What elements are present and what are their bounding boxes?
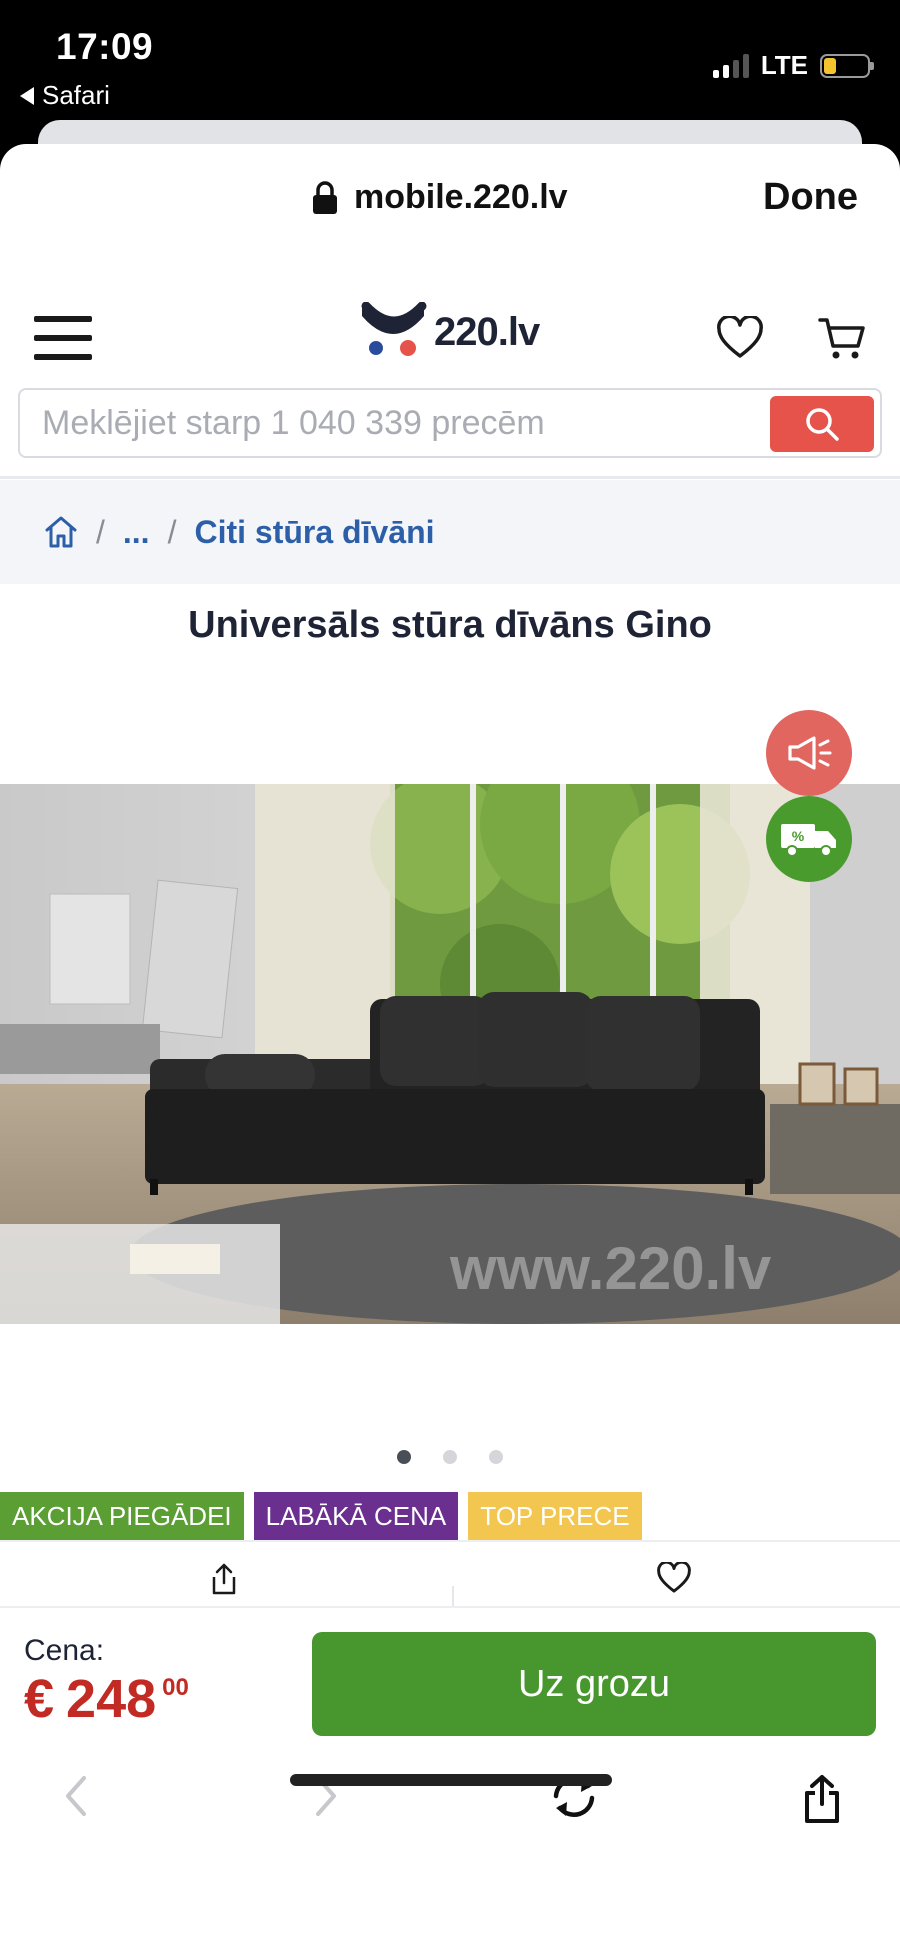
breadcrumb-separator: / [96, 513, 105, 550]
done-button[interactable]: Done [763, 176, 858, 219]
badge-top-product: TOP PRECE [468, 1492, 642, 1540]
search-bar [18, 388, 882, 458]
network-type: LTE [760, 50, 808, 80]
product-image[interactable]: www.220.lv [0, 784, 900, 1324]
share-icon[interactable] [210, 1562, 238, 1596]
cart-icon[interactable] [818, 316, 866, 362]
battery-icon [820, 53, 874, 78]
badge-best-price: LABĀKĀ CENA [253, 1492, 459, 1540]
add-to-cart-button[interactable]: Uz grozu [312, 1632, 876, 1736]
delivery-badge-text: % [792, 828, 805, 844]
megaphone-icon[interactable] [766, 710, 852, 796]
safari-view-sheet: mobile.220.lv Done 220.lv Meklējiet star… [0, 144, 900, 1948]
image-watermark: www.220.lv [449, 1235, 772, 1302]
status-bar: 17:09 Safari LTE [0, 0, 900, 160]
url-text: mobile.220.lv [354, 178, 568, 216]
search-button[interactable] [770, 396, 874, 452]
price-cents: 00 [162, 1674, 189, 1701]
back-triangle-icon [20, 86, 34, 105]
breadcrumb-current[interactable]: Citi stūra dīvāni [194, 514, 434, 551]
price-label: Cena: [24, 1634, 105, 1667]
search-icon [806, 408, 839, 441]
header-divider [0, 476, 900, 479]
logo-mark-icon [361, 302, 427, 356]
carousel-dot[interactable] [397, 1450, 411, 1464]
breadcrumb-separator: / [167, 513, 177, 550]
delivery-truck-icon[interactable]: % [766, 796, 852, 882]
safari-top-bar: mobile.220.lv Done [0, 144, 900, 252]
product-badges: AKCIJA PIEGĀDEI LABĀKĀ CENA TOP PRECE [0, 1492, 642, 1540]
product-title: Universāls stūra dīvāns Gino [188, 604, 712, 646]
image-carousel-dots [0, 1450, 900, 1464]
share-icon[interactable] [802, 1774, 842, 1824]
breadcrumb-ellipsis[interactable]: ... [123, 514, 150, 551]
carousel-dot[interactable] [443, 1450, 457, 1464]
home-icon[interactable] [44, 515, 78, 549]
back-arrow-icon[interactable] [62, 1774, 90, 1818]
price-currency: € [24, 1669, 55, 1729]
wishlist-heart-icon[interactable] [656, 1562, 692, 1594]
search-input[interactable] [42, 400, 762, 446]
carousel-dot[interactable] [489, 1450, 503, 1464]
badge-delivery-promo: AKCIJA PIEGĀDEI [0, 1492, 244, 1540]
signal-strength-icon [712, 53, 749, 78]
price: € 248 00 [24, 1672, 189, 1726]
logo-text: 220.lv [434, 310, 540, 354]
site-logo[interactable]: 220.lv [358, 302, 540, 358]
status-time: 17:09 [56, 26, 154, 67]
breadcrumb: / ... / Citi stūra dīvāni [0, 480, 900, 584]
purchase-bar: Cena: € 248 00 Uz grozu [0, 1606, 900, 1736]
status-indicators: LTE [712, 50, 874, 81]
lock-icon [313, 180, 337, 214]
heart-icon[interactable] [716, 316, 764, 360]
back-to-app-button[interactable]: Safari [20, 80, 110, 111]
hamburger-menu-icon[interactable] [34, 316, 92, 360]
price-amount: 248 [66, 1669, 157, 1729]
safari-toolbar [0, 1744, 900, 1864]
home-indicator[interactable] [290, 1774, 612, 1786]
site-header: 220.lv [0, 272, 900, 392]
url-display: mobile.220.lv [312, 178, 568, 217]
sofa-photo: www.220.lv [0, 784, 900, 1324]
back-app-label: Safari [42, 80, 110, 110]
